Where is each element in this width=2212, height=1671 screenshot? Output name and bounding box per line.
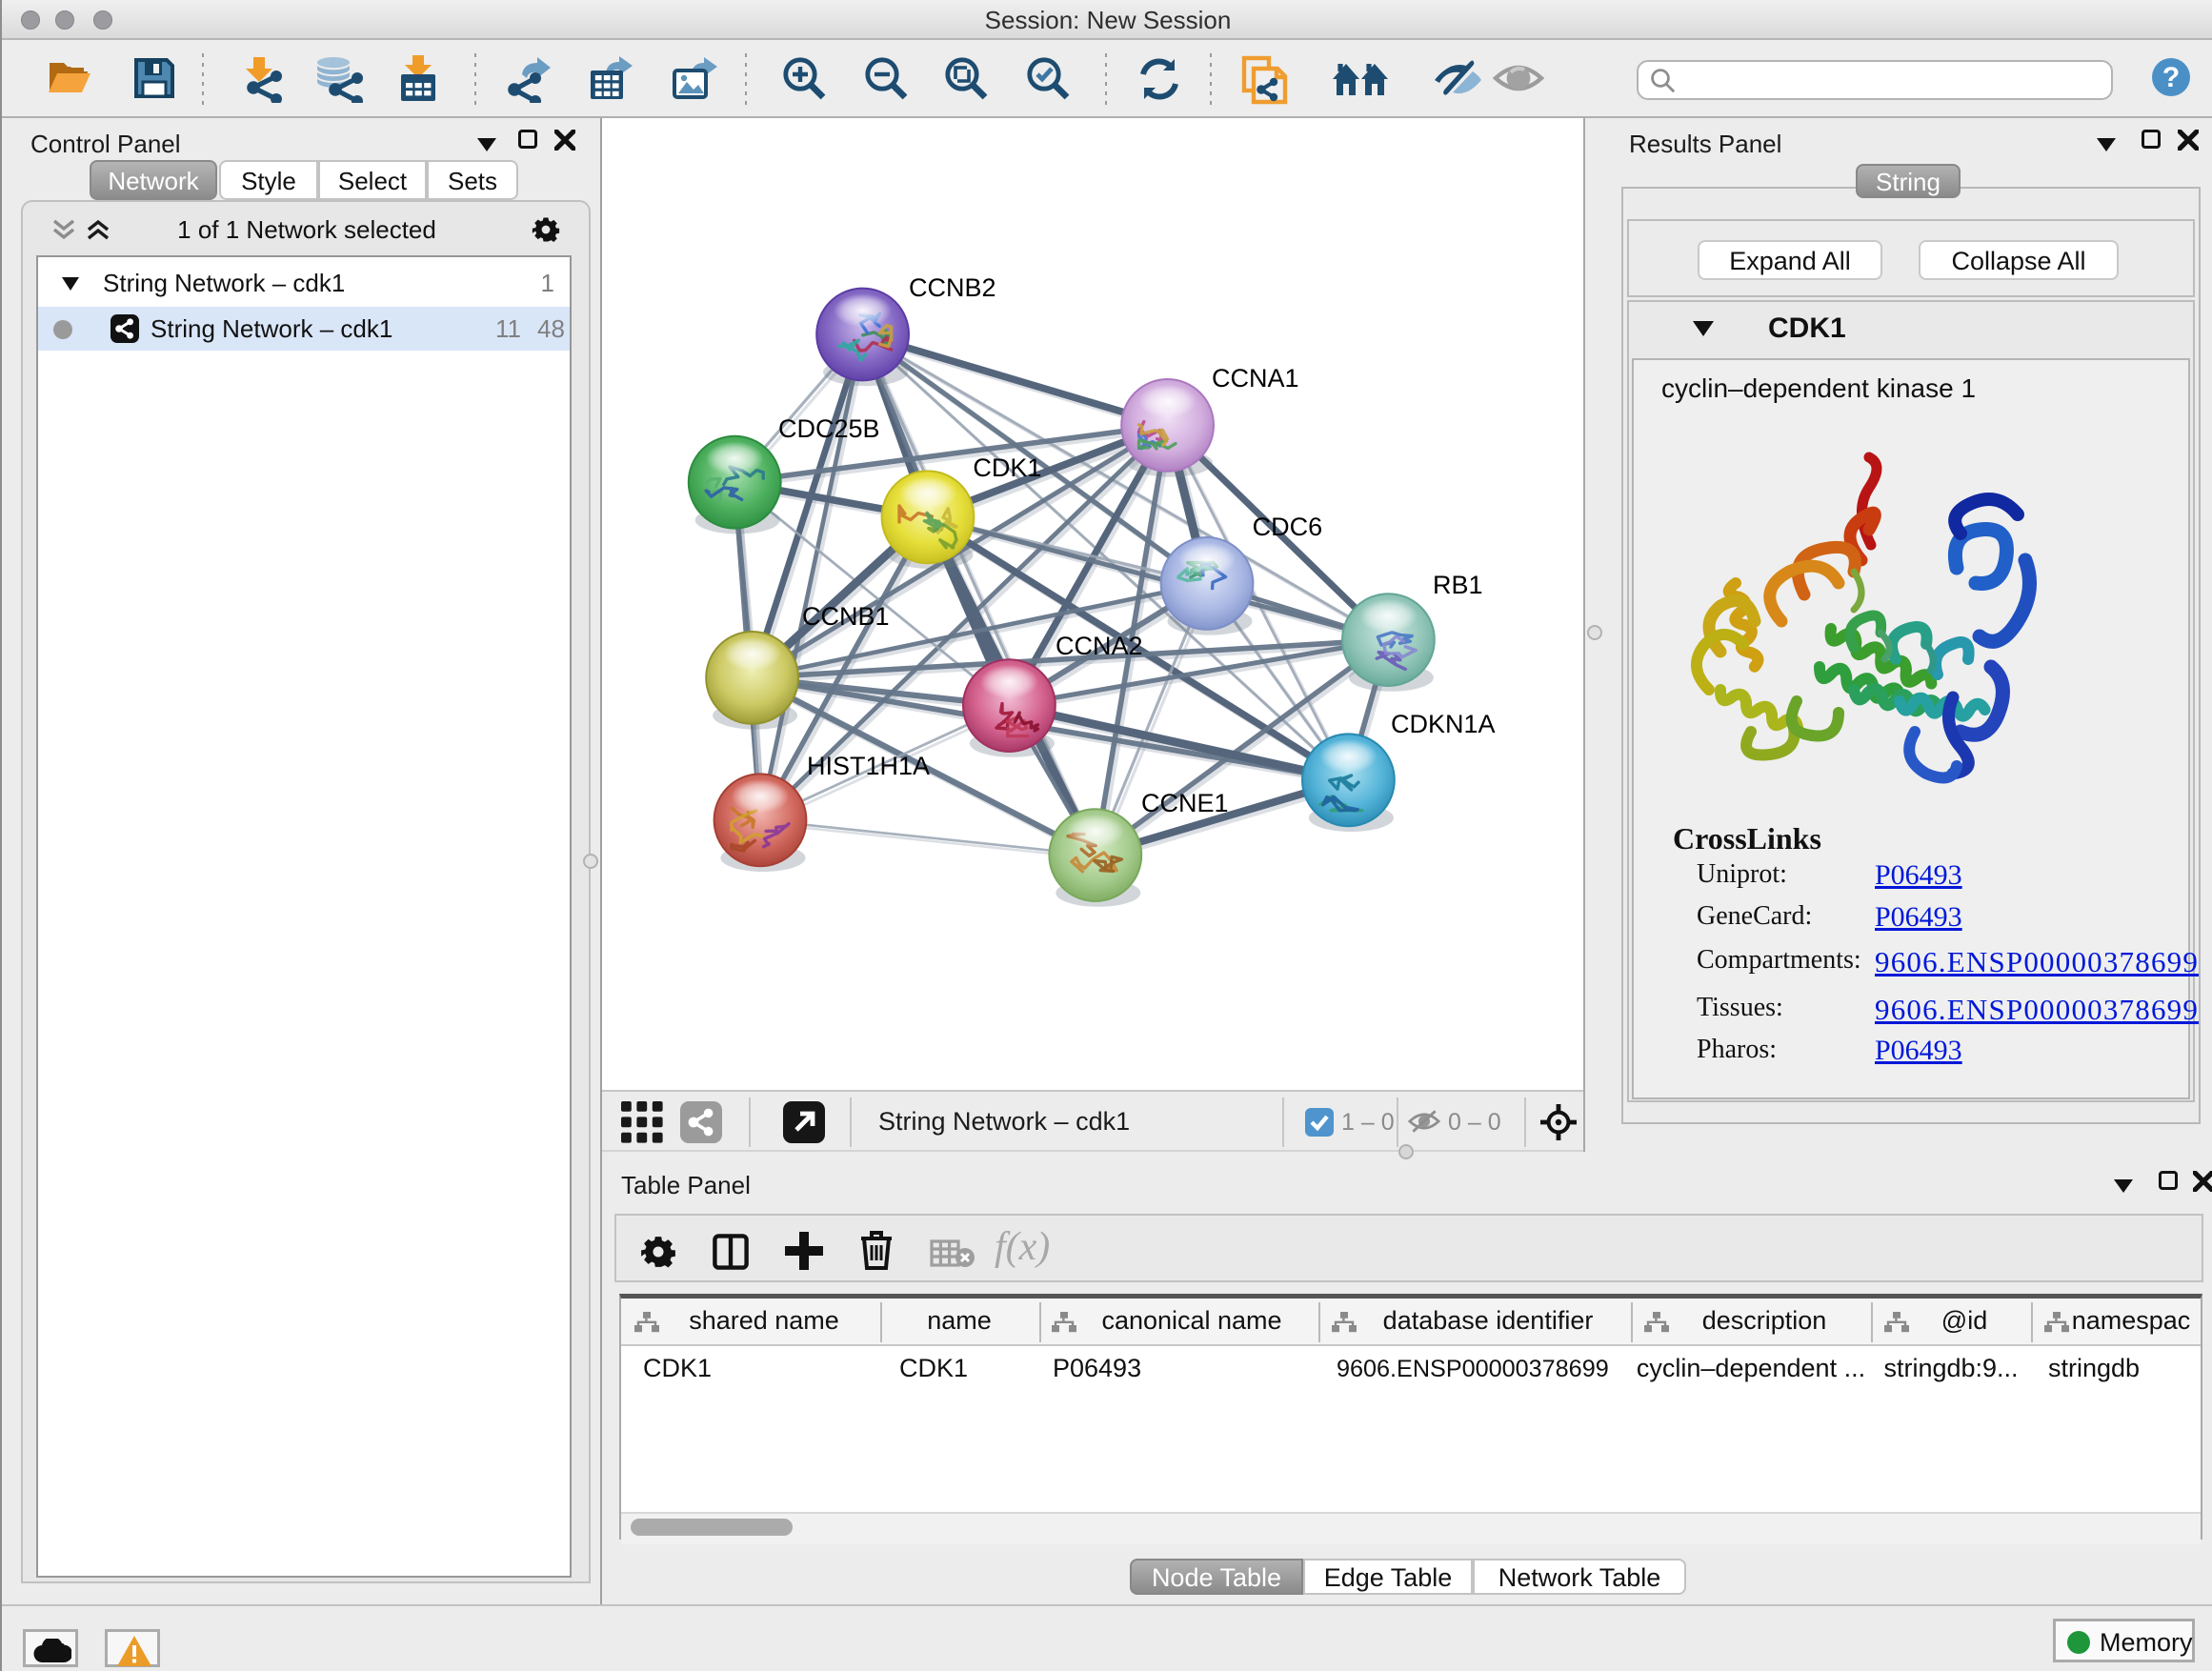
svg-text:?: ? (2162, 62, 2180, 93)
svg-text:RB1: RB1 (1433, 571, 1483, 599)
svg-text:HIST1H1A: HIST1H1A (807, 752, 930, 780)
svg-text:CCNB2: CCNB2 (909, 273, 996, 302)
svg-text:CCNA1: CCNA1 (1212, 364, 1299, 393)
svg-text:CDC25B: CDC25B (778, 414, 880, 443)
svg-text:CCNA2: CCNA2 (1056, 632, 1143, 660)
svg-text:CCNB1: CCNB1 (802, 602, 890, 631)
svg-text:CDK1: CDK1 (973, 453, 1041, 482)
svg-text:CDKN1A: CDKN1A (1391, 710, 1496, 738)
svg-text:CCNE1: CCNE1 (1141, 789, 1229, 817)
svg-text:CDC6: CDC6 (1253, 513, 1323, 541)
